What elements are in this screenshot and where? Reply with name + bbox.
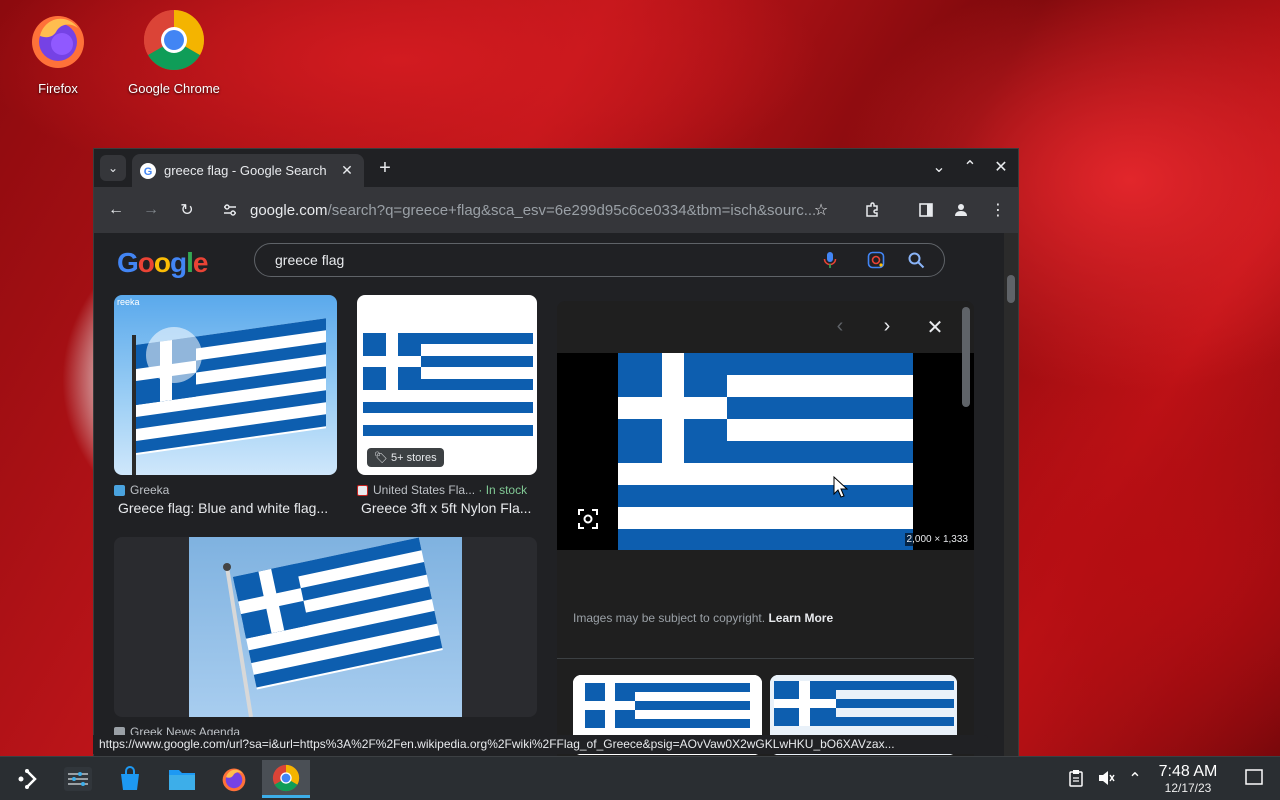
chrome-icon (272, 764, 300, 791)
profile-icon[interactable] (949, 198, 973, 222)
image-result[interactable]: 🏷 5+ stores United States Fla... · In st… (357, 295, 537, 516)
clock-date: 12/17/23 (1164, 781, 1212, 795)
volume-muted-icon[interactable] (1096, 769, 1116, 789)
result-title[interactable]: Greece 3ft x 5ft Nylon Fla... (361, 500, 537, 516)
link-status-bar: https://www.google.com/url?sa=i&url=http… (93, 735, 988, 754)
settings-sliders-icon (64, 767, 92, 791)
svg-text:G: G (144, 166, 153, 178)
image-dimensions: 2,000 × 1,333 (904, 533, 970, 546)
search-icon[interactable] (907, 251, 925, 269)
firefox-icon (222, 768, 246, 792)
side-panel-icon[interactable] (914, 198, 938, 222)
image-result[interactable]: reeka Greeka Greece flag: Blue and white… (114, 295, 338, 516)
browser-toolbar: ← → ↻ google.com/search?q=greece+flag&sc… (94, 187, 1018, 233)
back-button[interactable]: ← (104, 198, 128, 222)
search-input[interactable]: greece flag (254, 243, 945, 277)
preview-scrollbar[interactable] (962, 307, 970, 407)
image-preview-panel: ‹ › ✕ 2,000 × 1,333 Images may be subjec… (557, 301, 974, 757)
result-source[interactable]: Greeka (114, 483, 338, 497)
task-discover[interactable] (108, 760, 152, 798)
bookmark-star-icon[interactable]: ☆ (809, 198, 833, 222)
next-image-button[interactable]: › (875, 315, 899, 338)
page-scrollbar-thumb[interactable] (1007, 275, 1015, 303)
lens-search-icon[interactable] (577, 508, 599, 530)
result-thumbnail[interactable] (114, 537, 537, 717)
close-preview-button[interactable]: ✕ (923, 315, 947, 340)
clock-time: 7:48 AM (1158, 763, 1218, 780)
greeka-favicon-icon (114, 484, 125, 496)
desktop-icon-label: Google Chrome (128, 81, 220, 96)
address-bar[interactable]: google.com/search?q=greece+flag&sca_esv=… (250, 195, 880, 225)
search-query: greece flag (275, 252, 345, 268)
clock[interactable]: 7:48 AM 12/17/23 (1150, 763, 1226, 795)
result-thumbnail[interactable]: reeka (114, 295, 337, 475)
result-thumbnail[interactable]: 🏷 5+ stores (357, 295, 537, 475)
tab-close-icon[interactable]: ✕ (338, 162, 356, 179)
maximize-button[interactable]: ⌃ (959, 157, 981, 177)
lens-icon[interactable] (867, 251, 885, 269)
divider (557, 658, 974, 659)
taskbar: ⌃ 7:48 AM 12/17/23 (0, 756, 1280, 800)
greeka-watermark: reeka (117, 297, 140, 307)
extensions-icon[interactable] (860, 198, 884, 222)
result-source[interactable]: United States Fla... · In stock (357, 483, 537, 497)
learn-more-link[interactable]: Learn More (768, 611, 833, 625)
microphone-icon[interactable] (821, 251, 839, 269)
url-host: google.com (250, 201, 328, 219)
task-firefox[interactable] (212, 760, 256, 798)
menu-kebab-icon[interactable]: ⋮ (986, 198, 1010, 222)
task-chrome[interactable] (262, 760, 310, 798)
show-desktop-icon[interactable] (1244, 769, 1264, 789)
stores-badge: 🏷 5+ stores (367, 448, 444, 467)
launcher-icon (18, 769, 37, 789)
desktop-icon-chrome[interactable]: Google Chrome (119, 8, 229, 96)
google-logo[interactable]: Google (117, 247, 208, 279)
tab-search-button[interactable]: ⌄ (100, 155, 126, 181)
firefox-icon (32, 16, 84, 68)
tray-expand-icon[interactable]: ⌃ (1125, 769, 1145, 789)
google-images-page: Google greece flag reeka Greeka Greece f… (94, 233, 1018, 757)
site-info-icon[interactable] (218, 198, 242, 222)
new-tab-button[interactable]: + (374, 157, 396, 179)
task-settings[interactable] (56, 760, 100, 798)
url-path: /search?q=greece+flag&sca_esv=6e299d95c6… (327, 201, 817, 219)
browser-window: ⌄ G greece flag - Google Search ✕ + ⌄ ⌃ … (93, 148, 1019, 758)
close-window-button[interactable]: ✕ (990, 157, 1012, 177)
application-launcher[interactable] (4, 760, 48, 798)
desktop-icon-label: Firefox (38, 81, 78, 96)
reload-button[interactable]: ↻ (175, 198, 199, 222)
chrome-icon (143, 9, 205, 71)
task-file-manager[interactable] (160, 760, 204, 798)
minimize-button[interactable]: ⌄ (928, 157, 950, 177)
previous-image-button[interactable]: ‹ (828, 315, 852, 338)
forward-button[interactable]: → (139, 198, 163, 222)
folder-icon (169, 770, 195, 790)
store-favicon-icon (357, 484, 368, 496)
chevron-down-icon: ⌄ (107, 161, 119, 175)
tag-icon: 🏷 (374, 452, 388, 464)
tab-google-search[interactable]: G greece flag - Google Search ✕ (132, 154, 364, 187)
preview-image[interactable]: 2,000 × 1,333 (557, 353, 974, 550)
tab-bar: ⌄ G greece flag - Google Search ✕ + ⌄ ⌃ … (94, 149, 1018, 187)
clipboard-icon[interactable] (1066, 769, 1086, 789)
page-scrollbar[interactable] (1004, 233, 1018, 757)
desktop-icon-firefox[interactable]: Firefox (3, 8, 113, 96)
in-stock-label: · In stock (478, 483, 528, 497)
image-result[interactable]: Greek News Agenda (114, 537, 537, 739)
tab-title: greece flag - Google Search (164, 163, 327, 178)
google-favicon-icon: G (140, 162, 156, 179)
result-title[interactable]: Greece flag: Blue and white flag... (118, 500, 338, 516)
store-bag-icon (121, 766, 139, 790)
copyright-notice: Images may be subject to copyright. Lear… (573, 611, 834, 625)
